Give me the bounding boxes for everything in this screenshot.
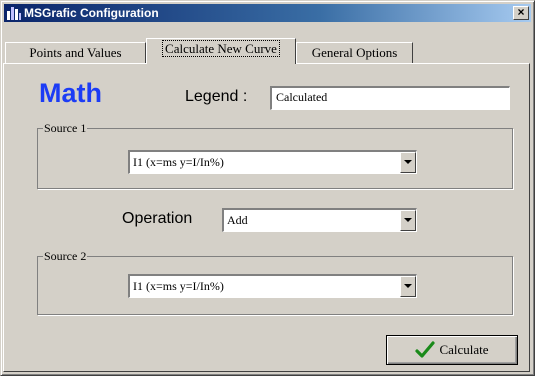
legend-input[interactable]: Calculated: [270, 86, 510, 110]
title-bar[interactable]: MSGrafic Configuration ×: [4, 4, 531, 22]
source1-select[interactable]: I1 (x=ms y=I/In%): [128, 150, 417, 174]
source2-label: Source 2: [43, 248, 88, 264]
tab-label: Points and Values: [29, 45, 122, 60]
source1-label: Source 1: [43, 120, 88, 136]
tab-label: Calculate New Curve: [162, 40, 280, 57]
source1-value: I1 (x=ms y=I/In%): [133, 155, 224, 169]
chevron-down-icon[interactable]: [400, 152, 416, 173]
tab-points-and-values[interactable]: Points and Values: [5, 42, 146, 64]
close-icon: ×: [517, 5, 525, 19]
tab-label: General Options: [311, 45, 398, 60]
operation-label: Operation: [122, 210, 193, 227]
chevron-down-icon[interactable]: [400, 276, 416, 297]
calculate-label: Calculate: [439, 342, 489, 357]
check-icon: [415, 341, 436, 358]
tab-calculate-new-curve[interactable]: Calculate New Curve: [146, 38, 296, 64]
math-heading: Math: [39, 78, 102, 108]
chevron-down-icon[interactable]: [400, 210, 416, 231]
legend-label: Legend :: [185, 88, 248, 105]
calculate-button[interactable]: Calculate: [386, 335, 518, 365]
app-icon: [6, 5, 22, 21]
operation-value: Add: [227, 213, 248, 227]
operation-select[interactable]: Add: [222, 208, 417, 232]
source2-value: I1 (x=ms y=I/In%): [133, 279, 224, 293]
close-button[interactable]: ×: [513, 6, 529, 20]
window-title: MSGrafic Configuration: [24, 6, 159, 20]
tab-general-options[interactable]: General Options: [296, 42, 413, 64]
source2-select[interactable]: I1 (x=ms y=I/In%): [128, 274, 417, 298]
